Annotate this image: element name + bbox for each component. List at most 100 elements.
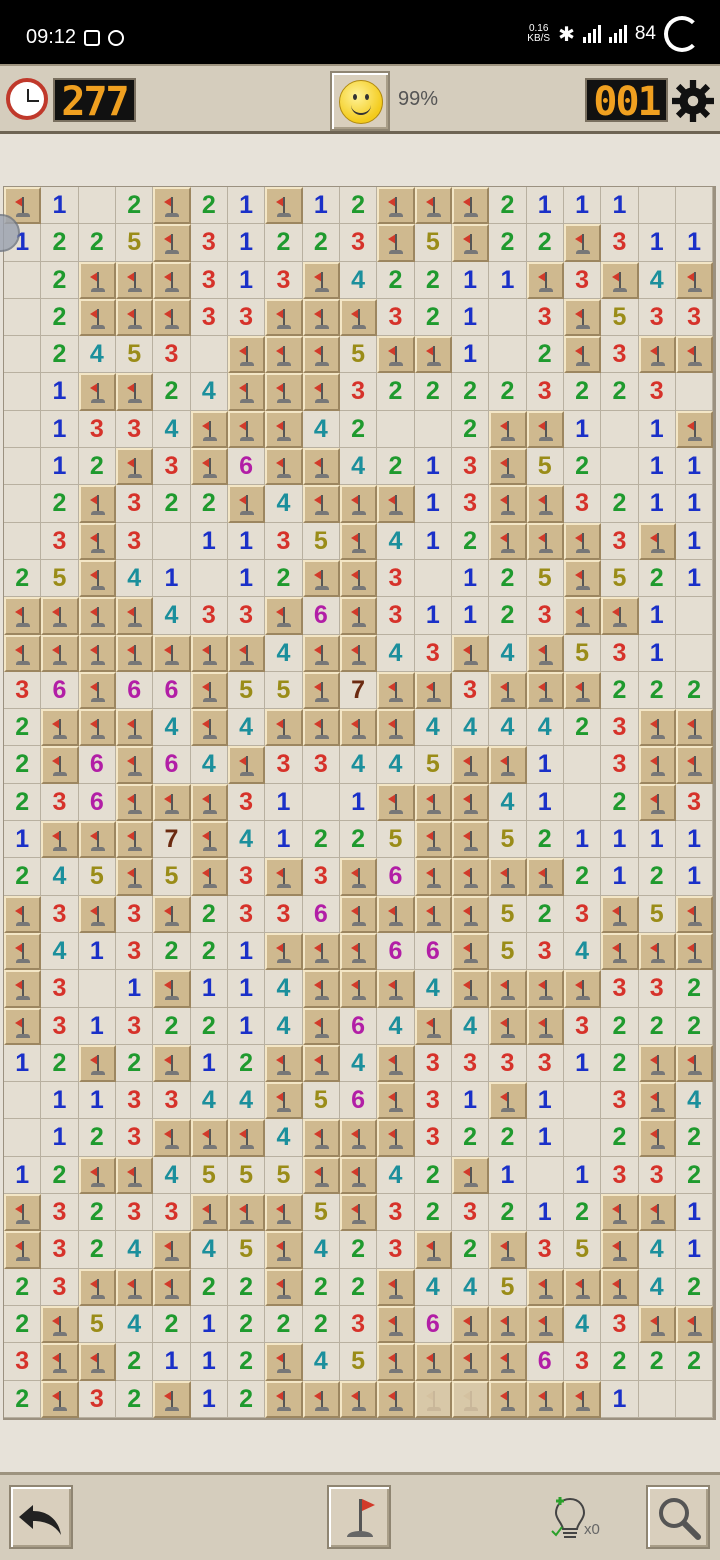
board-cell[interactable] (451, 746, 490, 784)
board-cell[interactable]: 1 (115, 970, 154, 1008)
board-cell[interactable] (227, 336, 266, 374)
board-cell[interactable] (638, 1119, 676, 1157)
board-cell[interactable]: 3 (601, 709, 639, 747)
board-cell[interactable] (115, 634, 154, 672)
board-cell[interactable] (563, 597, 602, 635)
board-cell[interactable] (4, 410, 42, 449)
board-cell[interactable]: 3 (115, 932, 154, 971)
board-cell[interactable]: 1 (601, 858, 639, 896)
board-cell[interactable] (115, 858, 154, 896)
board-cell[interactable]: 1 (675, 522, 714, 560)
board-cell[interactable]: 1 (451, 261, 490, 299)
board-cell[interactable]: 1 (41, 448, 79, 486)
board-cell[interactable]: 3 (41, 1268, 79, 1306)
board-cell[interactable]: 2 (41, 261, 79, 299)
board-cell[interactable]: 4 (190, 1231, 228, 1269)
board-cell[interactable]: 3 (265, 895, 303, 933)
board-cell[interactable]: 2 (489, 224, 527, 262)
board-cell[interactable] (78, 1156, 116, 1195)
board-cell[interactable]: 1 (675, 821, 714, 859)
board-cell[interactable] (302, 485, 340, 523)
board-cell[interactable]: 6 (414, 1305, 452, 1344)
board-cell[interactable] (675, 746, 714, 784)
board-cell[interactable] (41, 709, 79, 747)
board-cell[interactable] (153, 261, 191, 299)
board-cell[interactable] (153, 895, 191, 933)
board-cell[interactable]: 6 (153, 746, 191, 784)
board-cell[interactable]: 6 (78, 746, 116, 784)
board-cell[interactable]: 3 (601, 336, 639, 374)
board-cell[interactable]: 1 (78, 1007, 116, 1045)
board-cell[interactable]: 2 (153, 1007, 191, 1045)
board-cell[interactable] (601, 895, 639, 933)
board-cell[interactable] (414, 1343, 452, 1381)
board-cell[interactable] (451, 634, 490, 672)
board-cell[interactable] (489, 746, 527, 784)
board-cell[interactable] (339, 709, 378, 747)
board-cell[interactable]: 3 (153, 336, 191, 374)
board-cell[interactable]: 3 (414, 1082, 452, 1120)
board-cell[interactable]: 3 (115, 1119, 154, 1157)
board-cell[interactable]: 1 (638, 224, 676, 262)
board-cell[interactable] (638, 1194, 676, 1232)
board-cell[interactable]: 3 (190, 298, 228, 337)
board-cell[interactable] (414, 187, 452, 225)
board-cell[interactable] (563, 671, 602, 710)
board-cell[interactable]: 5 (563, 1231, 602, 1269)
board-cell[interactable]: 3 (78, 1380, 116, 1418)
board-cell[interactable]: 2 (4, 783, 42, 822)
board-cell[interactable]: 2 (339, 410, 378, 449)
board-cell[interactable] (377, 709, 415, 747)
board-cell[interactable]: 1 (675, 485, 714, 523)
board-cell[interactable] (302, 1380, 340, 1418)
board-cell[interactable]: 1 (451, 597, 490, 635)
board-cell[interactable] (4, 522, 42, 560)
board-cell[interactable] (115, 821, 154, 859)
board-cell[interactable] (414, 1231, 452, 1269)
board-cell[interactable] (78, 485, 116, 523)
board-cell[interactable]: 1 (41, 187, 79, 225)
board-cell[interactable]: 7 (153, 821, 191, 859)
board-cell[interactable] (675, 1380, 714, 1418)
board-cell[interactable]: 2 (4, 709, 42, 747)
board-cell[interactable] (302, 448, 340, 486)
board-cell[interactable] (489, 671, 527, 710)
board-cell[interactable] (4, 1194, 42, 1232)
board-cell[interactable]: 3 (451, 448, 490, 486)
board-cell[interactable]: 4 (377, 746, 415, 784)
board-cell[interactable]: 4 (414, 970, 452, 1008)
board-cell[interactable]: 1 (563, 410, 602, 449)
board-cell[interactable] (563, 1119, 602, 1157)
board-cell[interactable] (377, 224, 415, 262)
board-cell[interactable] (451, 1156, 490, 1195)
board-cell[interactable]: 3 (153, 1082, 191, 1120)
board-cell[interactable]: 2 (227, 1343, 266, 1381)
board-cell[interactable]: 4 (153, 709, 191, 747)
board-cell[interactable] (4, 932, 42, 971)
board-cell[interactable]: 4 (563, 932, 602, 971)
board-cell[interactable]: 3 (41, 895, 79, 933)
board-cell[interactable] (675, 709, 714, 747)
board-cell[interactable]: 2 (451, 1231, 490, 1269)
board-cell[interactable]: 4 (227, 709, 266, 747)
board-cell[interactable]: 2 (302, 224, 340, 262)
board-cell[interactable] (153, 1380, 191, 1418)
board-cell[interactable] (451, 783, 490, 822)
board-cell[interactable]: 3 (526, 1231, 564, 1269)
board-cell[interactable]: 2 (41, 224, 79, 262)
board-cell[interactable] (601, 1268, 639, 1306)
board-cell[interactable] (601, 1231, 639, 1269)
board-cell[interactable] (451, 858, 490, 896)
board-cell[interactable] (227, 485, 266, 523)
board-cell[interactable]: 2 (675, 671, 714, 710)
board-cell[interactable]: 3 (563, 895, 602, 933)
board-cell[interactable]: 3 (227, 895, 266, 933)
board-cell[interactable]: 3 (675, 783, 714, 822)
board-cell[interactable]: 2 (638, 671, 676, 710)
board-cell[interactable] (302, 709, 340, 747)
board-cell[interactable]: 4 (414, 709, 452, 747)
board-cell[interactable] (377, 1082, 415, 1120)
board-cell[interactable]: 1 (638, 410, 676, 449)
board-cell[interactable]: 3 (451, 485, 490, 523)
board-cell[interactable] (190, 559, 228, 598)
